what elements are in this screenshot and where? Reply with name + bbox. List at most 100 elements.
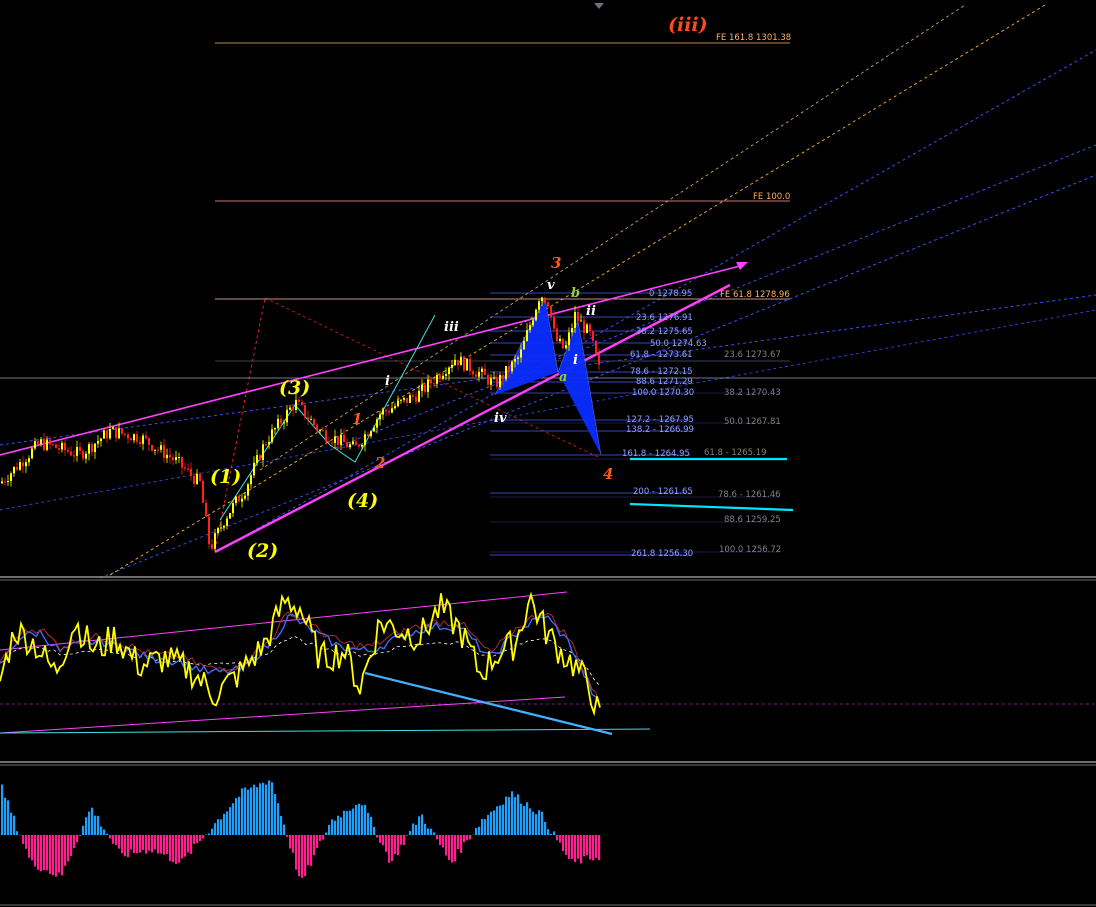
candle-body[interactable] (13, 466, 15, 474)
candle-body[interactable] (10, 473, 12, 482)
candle-body[interactable] (307, 417, 309, 420)
candle-body[interactable] (262, 444, 264, 461)
candle-body[interactable] (139, 441, 141, 444)
candle-body[interactable] (103, 430, 105, 439)
candle-body[interactable] (202, 480, 204, 503)
candle-body[interactable] (472, 371, 474, 375)
candle-body[interactable] (343, 434, 345, 443)
candle-body[interactable] (547, 302, 549, 307)
candle-body[interactable] (43, 439, 45, 450)
candle-body[interactable] (352, 441, 354, 445)
candle-body[interactable] (292, 407, 294, 410)
candle-body[interactable] (583, 320, 585, 333)
candle-body[interactable] (349, 444, 351, 448)
candle-body[interactable] (109, 429, 111, 439)
candle-body[interactable] (151, 444, 153, 451)
candle-body[interactable] (442, 375, 444, 379)
candle-body[interactable] (385, 409, 387, 412)
candle-body[interactable] (439, 374, 441, 379)
candle-body[interactable] (487, 374, 489, 385)
candle-body[interactable] (226, 518, 228, 526)
candle-body[interactable] (94, 443, 96, 452)
candle-body[interactable] (70, 451, 72, 456)
candle-body[interactable] (409, 395, 411, 403)
candle-body[interactable] (46, 439, 48, 450)
candle-body[interactable] (529, 325, 531, 331)
candle-body[interactable] (238, 496, 240, 502)
candle-body[interactable] (220, 527, 222, 529)
candle-body[interactable] (37, 441, 39, 445)
candle-body[interactable] (298, 399, 300, 402)
candle-body[interactable] (250, 475, 252, 485)
candle-body[interactable] (514, 358, 516, 362)
candle-body[interactable] (241, 498, 243, 502)
candle-body[interactable] (511, 361, 513, 372)
candle-body[interactable] (193, 475, 195, 484)
candle-body[interactable] (7, 481, 9, 483)
candle-body[interactable] (100, 438, 102, 442)
candle-body[interactable] (562, 338, 564, 349)
candle-body[interactable] (400, 399, 402, 401)
candle-body[interactable] (28, 458, 30, 463)
candle-body[interactable] (163, 445, 165, 459)
candle-body[interactable] (274, 428, 276, 430)
candle-body[interactable] (172, 457, 174, 460)
candle-body[interactable] (4, 481, 6, 483)
candle-body[interactable] (361, 445, 363, 447)
candle-body[interactable] (184, 467, 186, 469)
candle-body[interactable] (142, 435, 144, 444)
candle-body[interactable] (373, 427, 375, 432)
candle-body[interactable] (64, 442, 66, 451)
candle-body[interactable] (148, 437, 150, 445)
candle-body[interactable] (364, 434, 366, 446)
candle-body[interactable] (406, 397, 408, 403)
candle-body[interactable] (502, 375, 504, 380)
candle-body[interactable] (211, 544, 213, 549)
candle-body[interactable] (412, 395, 414, 397)
candle-body[interactable] (571, 327, 573, 333)
candle-body[interactable] (175, 457, 177, 460)
candle-body[interactable] (313, 419, 315, 425)
candle-body[interactable] (73, 455, 75, 457)
candle-body[interactable] (490, 378, 492, 385)
candle-body[interactable] (322, 430, 324, 432)
candle-body[interactable] (232, 503, 234, 514)
candle-body[interactable] (355, 441, 357, 445)
candle-body[interactable] (589, 324, 591, 332)
candle-body[interactable] (340, 434, 342, 445)
candle-body[interactable] (484, 368, 486, 375)
candle-body[interactable] (271, 429, 273, 443)
candle-body[interactable] (52, 444, 54, 446)
candle-body[interactable] (382, 409, 384, 415)
candle-body[interactable] (253, 462, 255, 476)
candle-body[interactable] (460, 356, 462, 366)
candle-body[interactable] (199, 473, 201, 481)
candle-body[interactable] (454, 359, 456, 365)
candle-body[interactable] (301, 401, 303, 406)
candle-body[interactable] (169, 454, 171, 458)
candle-body[interactable] (481, 368, 483, 372)
candle-body[interactable] (379, 414, 381, 420)
candle-body[interactable] (127, 434, 129, 439)
candle-body[interactable] (346, 442, 348, 448)
candle-body[interactable] (229, 513, 231, 519)
candle-body[interactable] (367, 434, 369, 437)
candle-body[interactable] (445, 374, 447, 376)
candle-body[interactable] (568, 332, 570, 345)
candle-body[interactable] (223, 525, 225, 528)
candle-body[interactable] (280, 418, 282, 424)
candle-body[interactable] (79, 446, 81, 451)
candle-body[interactable] (160, 445, 162, 450)
candle-body[interactable] (19, 462, 21, 470)
candle-body[interactable] (517, 357, 519, 359)
candle-body[interactable] (67, 450, 69, 452)
candle-body[interactable] (265, 444, 267, 446)
candle-body[interactable] (508, 365, 510, 372)
candle-body[interactable] (214, 533, 216, 549)
candle-body[interactable] (316, 424, 318, 431)
candle-body[interactable] (598, 353, 600, 365)
candle-body[interactable] (493, 377, 495, 379)
candle-body[interactable] (376, 419, 378, 428)
candle-body[interactable] (196, 473, 198, 484)
candle-body[interactable] (205, 502, 207, 517)
